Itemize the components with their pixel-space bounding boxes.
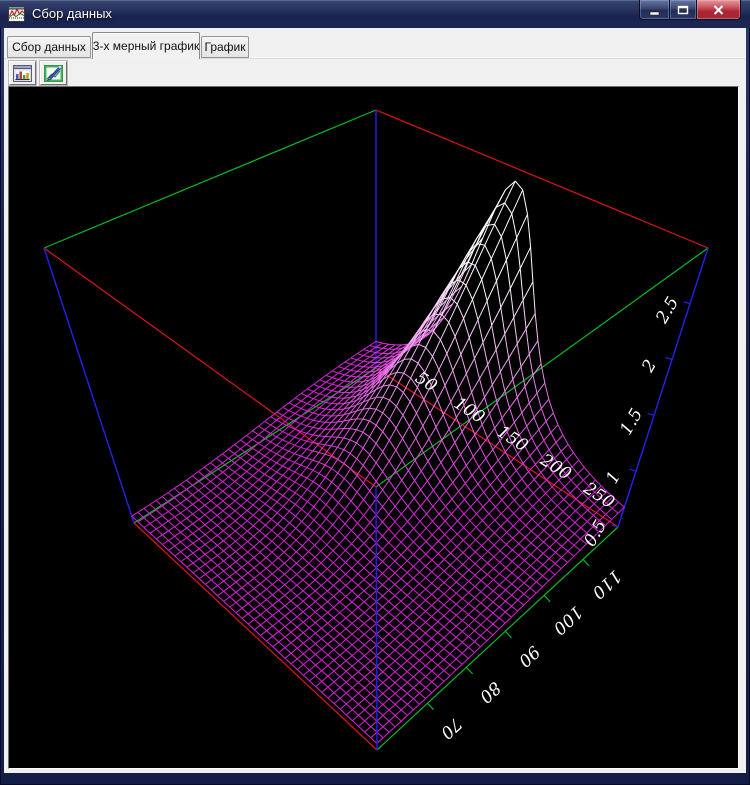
app-window: Сбор данных Сбор данн: [0, 0, 750, 785]
minimize-icon: [649, 4, 661, 16]
surface-plot-canvas: 501001502002507080901001100.511.522.5: [9, 87, 738, 768]
tab-label: График: [205, 40, 246, 54]
svg-text:90: 90: [514, 641, 544, 671]
plot-area: 501001502002507080901001100.511.522.5: [8, 86, 739, 769]
svg-text:110: 110: [588, 566, 626, 603]
svg-text:80: 80: [475, 677, 505, 707]
maximize-button[interactable]: [669, 0, 697, 20]
svg-text:2: 2: [638, 356, 661, 376]
edit-graph-button[interactable]: [40, 61, 67, 85]
minimize-button[interactable]: [639, 0, 669, 20]
tab-label: Сбор данных: [12, 40, 86, 54]
tab-label: 3-х мерный график: [93, 39, 199, 53]
window-title: Сбор данных: [32, 6, 112, 21]
svg-text:100: 100: [450, 393, 488, 428]
close-icon: [712, 4, 725, 16]
window-icon: [8, 6, 25, 22]
tab-graph[interactable]: График: [201, 36, 249, 58]
tab-3d-graph[interactable]: 3-х мерный график: [92, 32, 200, 59]
svg-text:50: 50: [411, 368, 440, 397]
svg-text:2.5: 2.5: [652, 294, 683, 328]
svg-text:70: 70: [436, 713, 466, 743]
picture-pen-icon: [44, 65, 63, 82]
maximize-icon: [677, 4, 689, 16]
svg-text:1: 1: [602, 468, 625, 487]
close-button[interactable]: [697, 0, 741, 20]
client-area: Сбор данных 3-х мерный график График: [4, 28, 746, 773]
svg-text:1.5: 1.5: [616, 405, 647, 438]
svg-text:200: 200: [536, 450, 575, 485]
title-bar[interactable]: Сбор данных: [0, 0, 750, 28]
tab-data-collection[interactable]: Сбор данных: [7, 36, 91, 58]
bar-chart-icon: [13, 65, 32, 82]
svg-text:100: 100: [549, 602, 587, 639]
window-controls: [639, 0, 741, 20]
bar-chart-view-button[interactable]: [9, 61, 36, 85]
